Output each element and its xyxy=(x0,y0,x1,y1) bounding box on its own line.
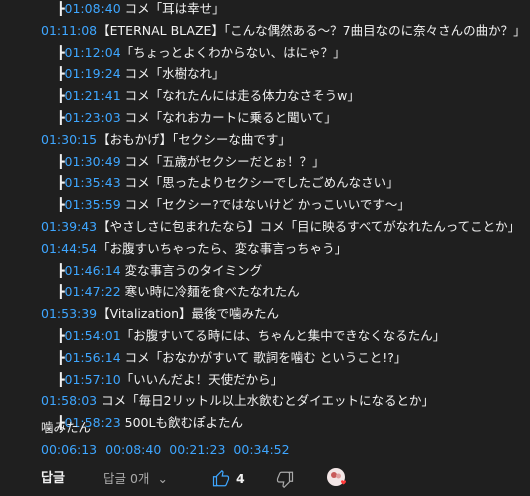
comment-line-text: 500Lも飲むぽよたん xyxy=(120,415,243,430)
comment-line: 01:44:54「お腹すいちゃったら、変な事言っちゃう」 xyxy=(41,239,347,259)
comment-line-text: コメ「毎日2リットル以上水飲むとダイエットになるとか」 xyxy=(97,393,434,408)
timestamp-link[interactable]: 00:08:40 xyxy=(105,442,161,457)
branch-glyph: ┣ xyxy=(57,66,65,81)
comment-actions: 답글 답글 0개 ⌄ 4 xyxy=(0,466,530,494)
view-replies-button[interactable]: 답글 0개 ⌄ xyxy=(103,468,168,490)
comment-line: 01:39:43【やさしさに包まれたなら】コメ「目に映るすべてがなれたんってこと… xyxy=(41,217,520,237)
like-count: 4 xyxy=(236,471,245,486)
comment-line-text: 【やさしさに包まれたなら】コメ「目に映るすべてがなれたんってことか」 xyxy=(97,219,521,234)
timestamp-link[interactable]: 01:30:49 xyxy=(65,154,121,169)
comment-line: 01:11:08【ETERNAL BLAZE】「こんな偶然ある～？7曲目なのに奈… xyxy=(41,21,526,41)
comment-line: ┣01:08:40 コメ「耳は幸せ」 xyxy=(57,0,225,19)
timestamp-link[interactable]: 01:46:14 xyxy=(65,263,121,278)
comment-line: 01:58:03 コメ「毎日2リットル以上水飲むとダイエットになるとか」 xyxy=(41,391,434,411)
timestamp-link[interactable]: 01:21:41 xyxy=(65,88,121,103)
comment-line-text: コメ「セクシー?ではないけど かっこいいです～」 xyxy=(120,197,410,212)
comment-line: ┣01:23:03 コメ「なれおカートに乗ると聞いて」 xyxy=(57,108,337,128)
comment-line-text: 「いいんだよ！天使だから」 xyxy=(120,372,284,387)
comment-line-text: コメ「おなかがすいて 歌詞を噛む ということ!?」 xyxy=(120,350,407,365)
timestamp-link[interactable]: 00:21:23 xyxy=(169,442,225,457)
branch-glyph: ┣ xyxy=(57,1,65,16)
chevron-down-icon: ⌄ xyxy=(157,471,168,486)
branch-glyph: ┣ xyxy=(57,350,65,365)
timestamp-link[interactable]: 01:35:43 xyxy=(65,175,121,190)
comment-line: ┣01:47:22 寒い時に冷麺を食べたなれたん xyxy=(57,282,300,302)
timestamp-link[interactable]: 01:47:22 xyxy=(65,284,121,299)
timestamp-link[interactable]: 01:08:40 xyxy=(65,1,121,16)
comment-line: 01:30:15【おもかげ】「セクシーな曲です」 xyxy=(41,130,291,150)
comment-line-text: 【おもかげ】「セクシーな曲です」 xyxy=(97,132,291,147)
timestamp-link[interactable]: 01:44:54 xyxy=(41,241,97,256)
timestamp-link[interactable]: 01:12:04 xyxy=(65,45,121,60)
timestamp-link[interactable]: 01:53:39 xyxy=(41,306,97,321)
branch-glyph: ┣ xyxy=(57,263,65,278)
comment-line: ┣01:12:04「ちょっとよくわからない、はにゃ？」 xyxy=(57,43,346,63)
comment-line-text: コメ「水樹なれ」 xyxy=(120,66,225,81)
timestamp-link[interactable]: 01:39:43 xyxy=(41,219,97,234)
comment-line-text: 変な事言うのタイミング xyxy=(120,263,263,278)
creator-heart-icon xyxy=(327,468,346,486)
comment-line: ┣01:46:14 変な事言うのタイミング xyxy=(57,261,262,281)
comment-line-text: 「お腹すいちゃったら、変な事言っちゃう」 xyxy=(97,241,348,256)
comment-line: ┣01:35:59 コメ「セクシー?ではないけど かっこいいです～」 xyxy=(57,195,410,215)
timestamp-link[interactable]: 00:06:13 xyxy=(41,442,97,457)
comment-line: ┣01:54:01「お腹すいてる時には、ちゃんと集中できなくなるたん」 xyxy=(57,326,445,346)
comment-line-text: 【Vitalization】最後で噛みたん xyxy=(97,306,280,321)
timestamp-link[interactable]: 01:23:03 xyxy=(65,110,121,125)
branch-glyph: ┣ xyxy=(57,284,65,299)
thumbs-up-icon[interactable] xyxy=(212,470,230,488)
comment-line-text: 「ちょっとよくわからない、はにゃ？」 xyxy=(120,45,346,60)
comment-line: ┣01:35:43 コメ「思ったよりセクシーでしたごめんなさい」 xyxy=(57,173,399,193)
branch-glyph: ┣ xyxy=(57,175,65,190)
closing-text: 噛みたん xyxy=(41,420,92,435)
comment-line: ┣01:19:24 コメ「水樹なれ」 xyxy=(57,64,225,84)
comment-line: ┣01:57:10「いいんだよ！天使だから」 xyxy=(57,370,283,390)
comment-line-text: コメ「五歳がセクシーだとぉ！？」 xyxy=(120,154,325,169)
timestamp-link[interactable]: 00:34:52 xyxy=(233,442,289,457)
branch-glyph: ┣ xyxy=(57,88,65,103)
replies-label: 답글 0개 xyxy=(103,471,150,486)
timestamp-link[interactable]: 01:54:01 xyxy=(65,328,121,343)
comment-line: ┣01:56:14 コメ「おなかがすいて 歌詞を噛む ということ!?」 xyxy=(57,348,406,368)
comment-line-text: コメ「なれおカートに乗ると聞いて」 xyxy=(120,110,337,125)
timestamp-link[interactable]: 01:57:10 xyxy=(65,372,121,387)
comment-line-text: コメ「思ったよりセクシーでしたごめんなさい」 xyxy=(120,175,399,190)
branch-glyph: ┣ xyxy=(57,328,65,343)
comment-line-text: 寒い時に冷麺を食べたなれたん xyxy=(120,284,300,299)
comment-line: ┣01:30:49 コメ「五歳がセクシーだとぉ！？」 xyxy=(57,152,325,172)
comment-line: ┣01:21:41 コメ「なれたんには走る体力なさそうw」 xyxy=(57,86,360,106)
comment-line-text: 「お腹すいてる時には、ちゃんと集中できなくなるたん」 xyxy=(120,328,446,343)
comment-line-text: コメ「耳は幸せ」 xyxy=(120,1,225,16)
comment-line: 01:53:39【Vitalization】最後で噛みたん xyxy=(41,304,279,324)
comment-line-text: 【ETERNAL BLAZE】「こんな偶然ある～？7曲目なのに奈々さんの曲か？」 xyxy=(97,23,526,38)
reply-button[interactable]: 답글 xyxy=(41,468,65,490)
timestamp-link[interactable]: 01:58:03 xyxy=(41,393,97,408)
timestamp-link[interactable]: 01:35:59 xyxy=(65,197,121,212)
timestamp-link[interactable]: 01:11:08 xyxy=(41,23,97,38)
timestamp-link[interactable]: 01:19:24 xyxy=(65,66,121,81)
thumbs-down-icon[interactable] xyxy=(276,470,294,488)
closing-timestamps: 00:06:13 00:08:40 00:21:23 00:34:52 xyxy=(41,440,298,460)
timestamp-link[interactable]: 01:30:15 xyxy=(41,132,97,147)
branch-glyph: ┣ xyxy=(57,110,65,125)
branch-glyph: ┣ xyxy=(57,154,65,169)
branch-glyph: ┣ xyxy=(57,197,65,212)
timestamp-link[interactable]: 01:56:14 xyxy=(65,350,121,365)
branch-glyph: ┣ xyxy=(57,45,65,60)
branch-glyph: ┣ xyxy=(57,372,65,387)
comment-line-text: コメ「なれたんには走る体力なさそうw」 xyxy=(120,88,360,103)
